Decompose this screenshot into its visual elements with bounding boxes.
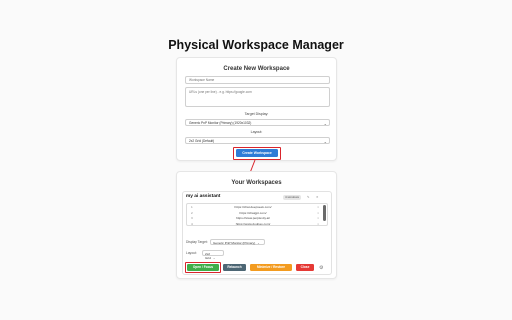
remove-url-icon[interactable]: ×: [317, 205, 319, 209]
workspace-layout-label: Layout:: [186, 251, 197, 255]
highlight-box: [185, 262, 221, 273]
display-target-label: Display Target:: [186, 240, 208, 244]
workspace-item: my ai assistant 4 windows ✎ ✕ 1 https://…: [182, 191, 332, 275]
edit-icon[interactable]: ✎: [307, 195, 310, 199]
url-row: 3 https://www.perplexity.ai/ ×: [187, 216, 319, 221]
remove-url-icon[interactable]: ×: [317, 222, 319, 226]
relaunch-button[interactable]: Relaunch: [223, 264, 246, 271]
chevron-down-icon: ⌄: [257, 240, 260, 245]
url-row: 4 https://www.doubao.com/ ×: [187, 221, 319, 226]
workspaces-card: Your Workspaces my ai assistant 4 window…: [176, 171, 337, 279]
delete-icon[interactable]: ✕: [316, 195, 319, 199]
remove-url-icon[interactable]: ×: [317, 216, 319, 220]
minimize-restore-button[interactable]: Minimize / Restore: [250, 264, 292, 271]
scrollbar[interactable]: [323, 205, 326, 221]
chevron-down-icon: ⌄: [212, 255, 216, 260]
gear-icon[interactable]: ⚙: [319, 265, 323, 271]
url-row: 2 https://chatgpt.com/ ×: [187, 211, 319, 216]
workspace-name: my ai assistant: [186, 194, 221, 199]
display-target-select[interactable]: Generic PnP Monitor (Primary) ⌄: [210, 238, 265, 245]
url-row: 1 https://chat.deepseek.com/ ×: [187, 205, 319, 210]
url-text: https://www.perplexity.ai/: [236, 216, 270, 220]
url-text: https://chat.deepseek.com/: [234, 205, 272, 209]
workspaces-title: Your Workspaces: [231, 180, 282, 186]
close-button[interactable]: Close: [296, 264, 314, 271]
window-count-badge: 4 windows: [283, 194, 302, 200]
remove-url-icon[interactable]: ×: [317, 211, 319, 215]
display-target-value: Generic PnP Monitor (Primary): [213, 240, 256, 245]
url-list: 1 https://chat.deepseek.com/ × 2 https:/…: [186, 203, 328, 226]
workspace-layout-select[interactable]: 2x2 Grid ⌄: [202, 249, 224, 260]
workspace-layout-value: 2x2 Grid: [205, 251, 211, 260]
url-text: https://chatgpt.com/: [239, 210, 267, 215]
url-text: https://www.doubao.com/: [235, 221, 271, 226]
